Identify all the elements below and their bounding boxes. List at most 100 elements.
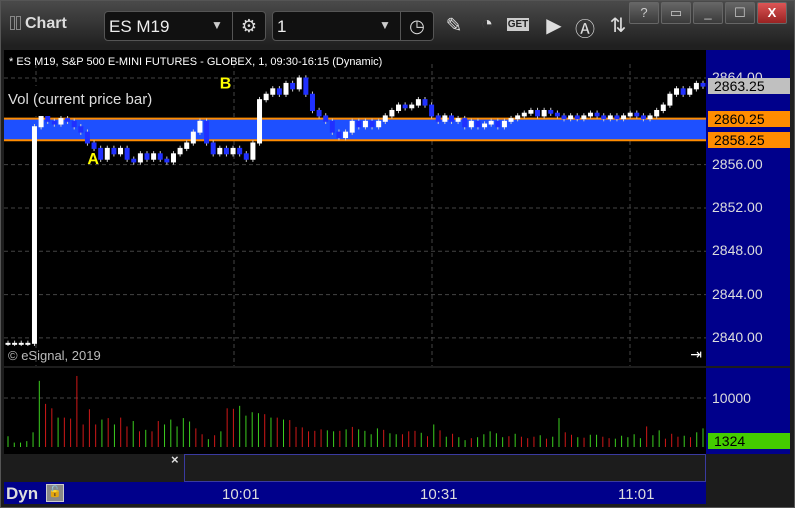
candle — [621, 115, 627, 120]
chevron-down-icon[interactable]: ▼ — [211, 18, 223, 32]
candle — [396, 104, 402, 111]
candle — [237, 147, 243, 155]
interval-value: 1 — [277, 17, 287, 36]
candle — [435, 115, 441, 122]
volume-axis[interactable]: 10000 0 1324 — [706, 368, 790, 454]
candle — [329, 120, 335, 133]
play-icon[interactable]: ▶ — [541, 13, 567, 38]
candle — [548, 109, 554, 114]
candle — [197, 120, 203, 133]
window-title-text: Chart — [25, 15, 67, 32]
candle — [455, 118, 461, 122]
candle — [541, 109, 547, 117]
settings-gear-icon[interactable]: ⚙ — [232, 12, 265, 40]
candle — [501, 120, 507, 128]
close-study-icon[interactable]: × — [171, 452, 179, 467]
candle — [415, 99, 421, 106]
pencil-icon[interactable]: ✎ — [441, 13, 467, 38]
candle — [680, 88, 686, 95]
dock-button[interactable]: ▭ — [661, 2, 691, 24]
candle — [581, 115, 587, 120]
clock-icon[interactable]: ◷ — [400, 12, 433, 40]
candle — [614, 115, 620, 120]
candle — [376, 120, 382, 128]
dynamic-mode-button[interactable]: Dyn — [6, 484, 38, 504]
marker-A: A — [87, 151, 99, 168]
window-title[interactable]: Chart — [10, 15, 67, 33]
candle — [257, 99, 263, 144]
candle — [607, 115, 613, 120]
time-label: 10:31 — [420, 486, 458, 503]
symbol-value: ES M19 — [109, 17, 170, 36]
candle — [627, 112, 633, 117]
candle — [402, 104, 408, 109]
candle — [488, 120, 494, 125]
candle — [78, 126, 84, 133]
link-arrows-icon[interactable]: ⇅ — [605, 13, 631, 38]
annotation-a-icon[interactable]: Ⓐ — [572, 13, 598, 42]
candle — [700, 82, 706, 87]
time-label: 10:01 — [222, 486, 260, 503]
studies-icon[interactable]: ◔ — [474, 13, 500, 36]
candle — [290, 82, 296, 90]
time-axis[interactable]: 10:01 10:31 11:01 Dyn 🔓 — [4, 482, 706, 504]
candle — [561, 115, 567, 120]
candle — [118, 147, 124, 155]
candle — [184, 142, 190, 149]
candle — [389, 109, 395, 117]
candle — [296, 77, 302, 90]
close-button[interactable]: X — [757, 2, 787, 24]
candle — [475, 120, 481, 128]
minimize-button[interactable]: _ — [693, 2, 723, 24]
candle — [51, 120, 57, 125]
current-volume-tag: 1324 — [708, 433, 790, 449]
candle — [693, 82, 699, 90]
candle — [356, 120, 362, 128]
candle — [674, 88, 680, 95]
candle — [91, 142, 97, 149]
candle — [535, 109, 541, 117]
chevron-down-icon[interactable]: ▼ — [379, 18, 391, 32]
candle — [18, 342, 24, 345]
candle — [71, 120, 77, 128]
price-axis[interactable]: 2864.002860.002856.002852.002848.002844.… — [706, 50, 790, 366]
interval-combo[interactable]: 1 ▼ ◷ — [272, 11, 434, 41]
marker-B: B — [220, 75, 232, 92]
candle — [263, 93, 269, 101]
price-tag: 2858.25 — [708, 132, 790, 149]
candle — [594, 112, 600, 117]
candle — [164, 158, 170, 163]
candle — [58, 118, 64, 125]
lock-icon[interactable]: 🔓 — [46, 484, 64, 502]
volume-pane[interactable] — [4, 368, 706, 454]
get-icon[interactable]: GET — [507, 18, 529, 31]
candle — [131, 158, 137, 163]
candle — [647, 115, 653, 120]
scroll-to-end-icon[interactable]: ⇥ — [690, 346, 702, 363]
candle — [640, 115, 646, 120]
candle — [495, 120, 501, 128]
chart-header: * ES M19, S&P 500 E-MINI FUTURES - GLOBE… — [9, 56, 383, 68]
help-button[interactable]: ? — [629, 2, 659, 24]
candle — [482, 123, 488, 128]
candle — [429, 104, 435, 117]
symbol-combo[interactable]: ES M19 ▼ ⚙ — [104, 11, 266, 41]
candle — [336, 131, 342, 139]
candle — [462, 118, 468, 128]
candle — [124, 147, 130, 160]
candle — [12, 342, 18, 345]
candle — [349, 120, 355, 133]
maximize-button[interactable]: ☐ — [725, 2, 755, 24]
candle — [587, 112, 593, 117]
candle — [250, 142, 256, 160]
candle — [151, 153, 157, 160]
candle — [521, 112, 527, 117]
candle — [323, 115, 329, 122]
price-label: 2856.00 — [712, 155, 763, 172]
candle — [243, 153, 249, 160]
study-panel — [184, 454, 706, 482]
volume-study-label[interactable]: Vol (current price bar) — [4, 86, 180, 116]
candle — [270, 88, 276, 95]
candle — [568, 115, 574, 120]
candle — [177, 147, 183, 155]
